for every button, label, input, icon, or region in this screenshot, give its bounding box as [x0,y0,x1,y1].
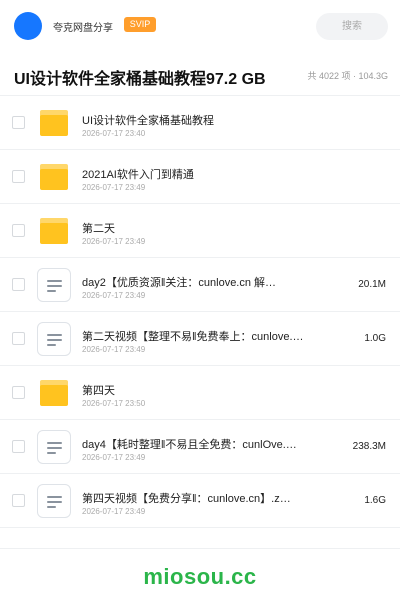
watermark: miosou.cc [143,564,257,589]
item-name[interactable]: 第四天视频【免费分享‖：cunlove.cn】.z… [82,490,304,506]
item-date: 2026-07-17 23:49 [82,507,146,516]
file-icon [37,322,71,356]
file-list: UI设计软件全家桶基础教程 2026-07-17 23:40 2021AI软件入门到… [0,96,400,528]
folder-icon [37,160,71,194]
item-size: 20.1M [358,279,386,290]
item-name[interactable]: 2021AI软件入门到精通 [82,166,304,182]
select-checkbox[interactable] [12,440,25,453]
item-size: 238.3M [352,441,386,452]
item-name[interactable]: 第二天 [82,220,304,236]
file-icon [37,484,71,518]
avatar[interactable] [14,12,42,40]
item-date: 2026-07-17 23:40 [82,129,146,138]
file-icon [37,268,71,302]
item-name[interactable]: 第二天视频【整理不易‖免费奉上：cunlove.c… [82,328,304,344]
item-count-and-size: 共 4022 项 · 104.3G [307,71,388,81]
top-bar: 夸克网盘分享 SVIP 搜索 [0,0,400,52]
item-name[interactable]: UI设计软件全家桶基础教程 [82,112,304,128]
folder-row[interactable]: 2021AI软件入门到精通 2026-07-17 23:49 [0,150,400,204]
item-date: 2026-07-17 23:49 [82,291,146,300]
item-date: 2026-07-17 23:49 [82,237,146,246]
file-row[interactable]: day4【耗时整理‖不易且全免费：cunlOve.… 2026-07-17 23:… [0,420,400,474]
item-size: 1.6G [364,495,386,506]
select-checkbox[interactable] [12,278,25,291]
folder-icon [37,214,71,248]
folder-row[interactable]: UI设计软件全家桶基础教程 2026-07-17 23:40 [0,96,400,150]
file-row[interactable]: 第四天视频【免费分享‖：cunlove.cn】.z… 2026-07-17 23:… [0,474,400,528]
item-size: 1.0G [364,333,386,344]
divider [0,548,400,549]
item-date: 2026-07-17 23:49 [82,453,146,462]
folder-row[interactable]: 第四天 2026-07-17 23:50 [0,366,400,420]
item-name[interactable]: 第四天 [82,382,304,398]
folder-row[interactable]: 第二天 2026-07-17 23:49 [0,204,400,258]
item-date: 2026-07-17 23:49 [82,183,146,192]
item-date: 2026-07-17 23:49 [82,345,146,354]
file-row[interactable]: day2【优质资源‖关注：cunlove.cn 解… 2026-07-17 23:… [0,258,400,312]
select-checkbox[interactable] [12,116,25,129]
page-title: UI设计软件全家桶基础教程97.2 GB [14,71,266,88]
select-checkbox[interactable] [12,170,25,183]
folder-icon [37,106,71,140]
select-checkbox[interactable] [12,224,25,237]
select-checkbox[interactable] [12,332,25,345]
select-checkbox[interactable] [12,386,25,399]
select-checkbox[interactable] [12,494,25,507]
file-row[interactable]: 第二天视频【整理不易‖免费奉上：cunlove.c… 2026-07-17 23:… [0,312,400,366]
share-title-row: UI设计软件全家桶基础教程97.2 GB 共 4022 项 · 104.3G [0,58,400,96]
folder-icon [37,376,71,410]
item-name[interactable]: day2【优质资源‖关注：cunlove.cn 解… [82,274,304,290]
item-date: 2026-07-17 23:50 [82,399,146,408]
svip-badge: SVIP [124,17,156,32]
file-icon [37,430,71,464]
search-input[interactable]: 搜索 [316,13,388,40]
item-name[interactable]: day4【耗时整理‖不易且全免费：cunlOve.… [82,436,304,452]
user-name[interactable]: 夸克网盘分享 [53,19,113,34]
